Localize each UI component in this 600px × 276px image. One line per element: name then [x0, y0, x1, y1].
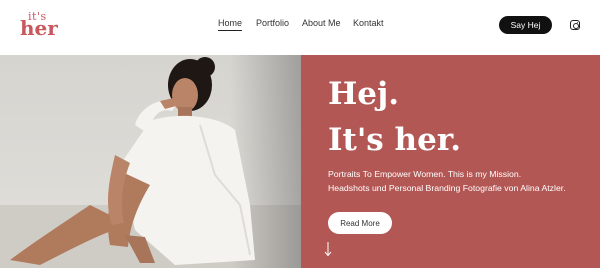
nav-item-home[interactable]: Home	[218, 18, 243, 31]
nav-item-about-me[interactable]: About Me	[302, 18, 341, 28]
instagram-icon[interactable]	[570, 20, 580, 30]
site-header: it's her Home Portfolio About Me Kontakt…	[0, 0, 600, 52]
hero-panel: Hej. It's her. Portraits To Empower Wome…	[301, 55, 600, 268]
site-logo[interactable]: it's her	[20, 10, 60, 40]
say-hej-button[interactable]: Say Hej	[499, 16, 552, 34]
hero-text-line2: Headshots und Personal Branding Fotograf…	[328, 183, 566, 193]
hero-title-line2: It's her.	[328, 122, 462, 158]
hero-text-line1: Portraits To Empower Women. This is my M…	[328, 169, 522, 179]
logo-text-bottom: her	[20, 16, 58, 40]
read-more-button[interactable]: Read More	[328, 212, 392, 234]
nav-item-portfolio[interactable]: Portfolio	[256, 18, 289, 28]
nav-item-kontakt[interactable]: Kontakt	[353, 18, 384, 28]
hero-portrait-image	[0, 55, 301, 268]
portrait-figure	[10, 57, 255, 265]
hero-title-line1: Hej.	[328, 76, 400, 112]
arrow-down-icon[interactable]	[323, 241, 333, 257]
